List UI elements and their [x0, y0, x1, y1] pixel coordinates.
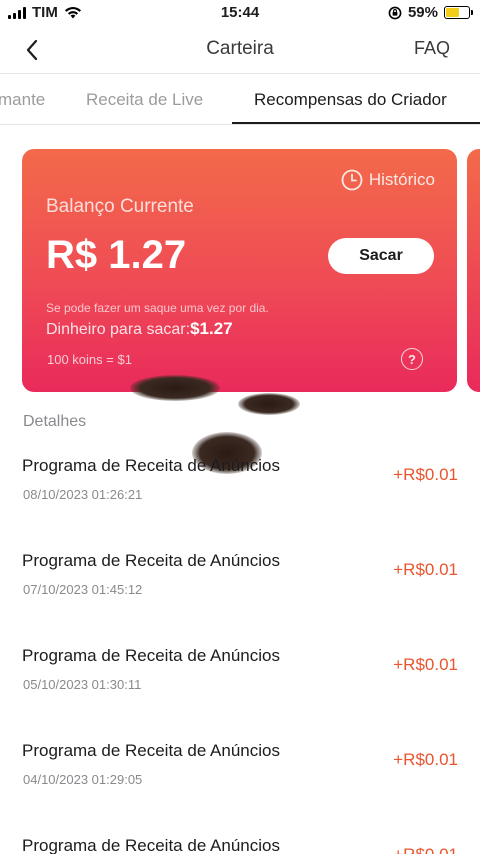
- available-label: Dinheiro para sacar:: [46, 321, 191, 338]
- transaction-row[interactable]: Programa de Receita de Anúncios 07/10/20…: [0, 551, 480, 646]
- page-title: Carteira: [206, 38, 274, 59]
- transaction-amount: +R$0.01: [393, 560, 458, 579]
- details-heading: Detalhes: [23, 413, 87, 430]
- dark-smudge: [130, 375, 220, 401]
- tab-receita-de-live[interactable]: Receita de Live: [86, 90, 203, 110]
- available-amount: $1.27: [190, 319, 233, 338]
- nav-bar: Carteira FAQ: [0, 26, 480, 74]
- transaction-amount: +R$0.01: [393, 845, 458, 854]
- transaction-amount: +R$0.01: [393, 750, 458, 769]
- balance-card: Histórico Balanço Currente R$ 1.27 Sacar…: [22, 149, 457, 392]
- transaction-date: 04/10/2023 01:29:05: [23, 772, 143, 787]
- orientation-lock-icon: [388, 6, 402, 19]
- transaction-date: 08/10/2023 01:26:21: [23, 487, 143, 502]
- tab-bar: mante Receita de Live Recompensas do Cri…: [0, 75, 480, 125]
- transaction-amount: +R$0.01: [393, 655, 458, 674]
- question-circle-icon[interactable]: ?: [401, 348, 423, 370]
- transaction-row[interactable]: Programa de Receita de Anúncios 05/10/20…: [0, 646, 480, 741]
- transaction-title: Programa de Receita de Anúncios: [22, 741, 280, 760]
- transaction-title: Programa de Receita de Anúncios: [22, 551, 280, 570]
- next-card-peek[interactable]: [467, 149, 480, 392]
- available-to-withdraw: Dinheiro para sacar:$1.27: [46, 319, 233, 339]
- active-tab-indicator: [232, 122, 480, 124]
- battery-percent: 59%: [407, 4, 438, 21]
- history-label: Histórico: [368, 170, 435, 189]
- faq-link[interactable]: FAQ: [414, 38, 450, 59]
- transaction-row[interactable]: Programa de Receita de Anúncios 04/10/20…: [0, 741, 480, 836]
- transaction-date: 05/10/2023 01:30:11: [23, 677, 142, 692]
- withdraw-button[interactable]: Sacar: [328, 238, 434, 274]
- clock-icon: [341, 169, 363, 191]
- transaction-title: Programa de Receita de Anúncios: [22, 836, 280, 854]
- tab-partial[interactable]: mante: [0, 90, 45, 110]
- withdraw-note: Se pode fazer um saque uma vez por dia.: [46, 301, 269, 315]
- transaction-date: 07/10/2023 01:45:12: [23, 582, 143, 597]
- history-link[interactable]: Histórico: [341, 169, 435, 191]
- status-right: 59%: [388, 4, 473, 21]
- balance-amount: R$ 1.27: [46, 233, 187, 277]
- transaction-row[interactable]: Programa de Receita de Anúncios 08/10/20…: [0, 456, 480, 551]
- tab-recompensas-do-criador[interactable]: Recompensas do Criador: [254, 90, 447, 110]
- transaction-title: Programa de Receita de Anúncios: [22, 456, 280, 475]
- status-bar: TIM 15:44 59%: [0, 0, 480, 26]
- dark-smudge: [238, 393, 300, 415]
- battery-icon: [444, 6, 473, 19]
- transaction-amount: +R$0.01: [393, 465, 458, 484]
- balance-label: Balanço Currente: [46, 196, 194, 217]
- transaction-title: Programa de Receita de Anúncios: [22, 646, 280, 665]
- transaction-row[interactable]: Programa de Receita de Anúncios +R$0.01: [0, 836, 480, 854]
- conversion-rate: 100 koins = $1: [47, 352, 132, 367]
